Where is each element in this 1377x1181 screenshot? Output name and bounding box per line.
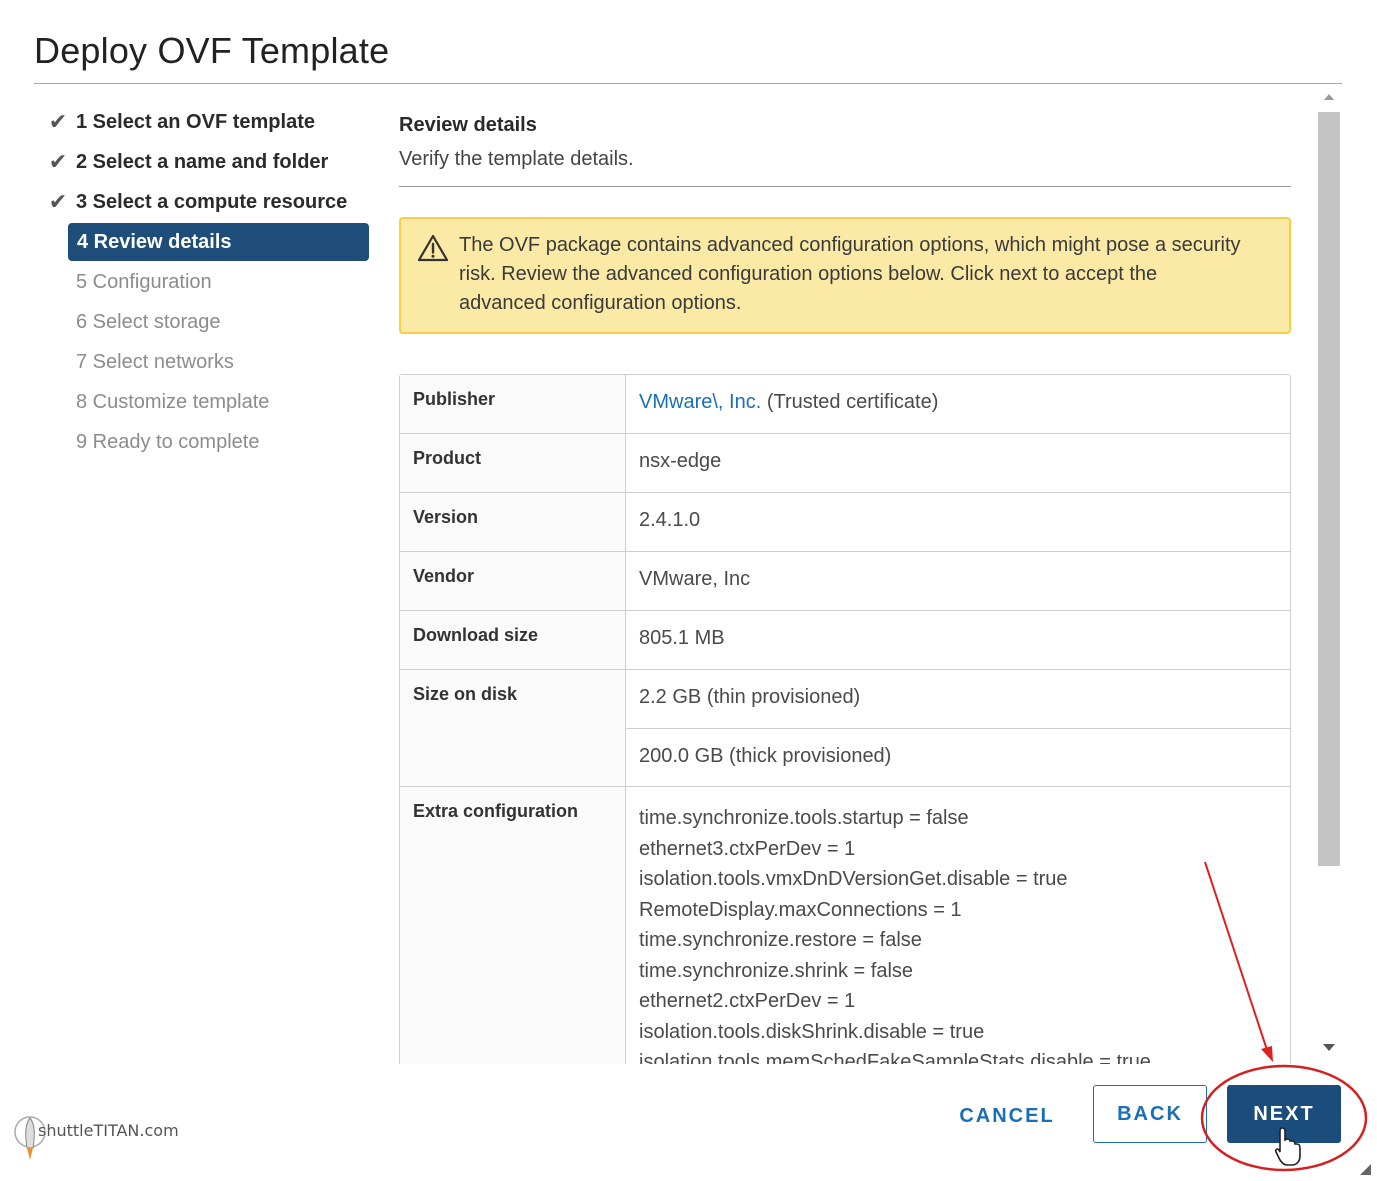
table-row: Vendor VMware, Inc bbox=[400, 552, 1290, 611]
watermark-logo: shuttleTITAN.com bbox=[14, 1114, 214, 1166]
table-row: Version 2.4.1.0 bbox=[400, 493, 1290, 552]
product-label: Product bbox=[400, 434, 626, 492]
section-divider bbox=[399, 186, 1291, 187]
size-thick-value: 200.0 GB (thick provisioned) bbox=[626, 728, 1290, 786]
product-value: nsx-edge bbox=[639, 450, 722, 472]
title-divider bbox=[34, 83, 1342, 84]
download-size-label: Download size bbox=[400, 611, 626, 669]
review-details-panel: Review details Verify the template detai… bbox=[399, 100, 1291, 1064]
extra-config-line: time.synchronize.shrink = false bbox=[639, 959, 914, 982]
scrollbar-thumb[interactable] bbox=[1318, 112, 1340, 866]
table-row: Publisher VMware\, Inc. (Trusted certifi… bbox=[400, 375, 1290, 434]
step-label: 9 Ready to complete bbox=[76, 430, 260, 453]
publisher-link[interactable]: VMware\, Inc. bbox=[639, 391, 761, 413]
next-button[interactable]: NEXT bbox=[1227, 1085, 1341, 1143]
checkmark-icon: ✔ bbox=[48, 189, 68, 214]
version-value: 2.4.1.0 bbox=[639, 509, 701, 531]
vendor-value: VMware, Inc bbox=[639, 568, 751, 590]
wizard-steps: ✔ 1 Select an OVF template ✔ 2 Select a … bbox=[40, 102, 375, 462]
section-subtitle: Verify the template details. bbox=[399, 148, 634, 170]
section-title: Review details bbox=[399, 114, 537, 136]
table-row: Extra configuration time.synchronize.too… bbox=[400, 787, 1290, 1064]
watermark-text: shuttleTITAN.com bbox=[38, 1121, 179, 1140]
back-button[interactable]: BACK bbox=[1093, 1085, 1207, 1143]
dialog-title: Deploy OVF Template bbox=[34, 30, 390, 71]
template-details-table: Publisher VMware\, Inc. (Trusted certifi… bbox=[399, 374, 1291, 1064]
step-select-storage: 6 Select storage bbox=[40, 302, 375, 342]
checkmark-icon: ✔ bbox=[48, 149, 68, 174]
scroll-down-icon[interactable] bbox=[1323, 1044, 1335, 1051]
step-select-compute-resource[interactable]: ✔ 3 Select a compute resource bbox=[40, 182, 375, 222]
extra-config-line: RemoteDisplay.maxConnections = 1 bbox=[639, 898, 962, 921]
step-label: 1 Select an OVF template bbox=[76, 110, 315, 133]
warning-icon bbox=[417, 234, 449, 262]
extra-config-line: isolation.tools.memSchedFakeSampleStats.… bbox=[639, 1051, 1151, 1064]
publisher-cert: (Trusted certificate) bbox=[766, 391, 939, 413]
extra-config-list: time.synchronize.tools.startup = false e… bbox=[626, 787, 1290, 1064]
resize-handle-icon[interactable] bbox=[1360, 1164, 1371, 1175]
extra-config-line: ethernet2.ctxPerDev = 1 bbox=[639, 990, 856, 1012]
extra-config-label: Extra configuration bbox=[400, 787, 626, 1064]
version-label: Version bbox=[400, 493, 626, 551]
extra-config-line: time.synchronize.restore = false bbox=[639, 929, 922, 951]
step-label: 3 Select a compute resource bbox=[76, 190, 348, 213]
step-label: 7 Select networks bbox=[76, 350, 234, 373]
security-warning-alert: The OVF package contains advanced config… bbox=[399, 217, 1291, 334]
table-row: Size on disk 2.2 GB (thin provisioned) 2… bbox=[400, 670, 1290, 787]
checkmark-icon: ✔ bbox=[48, 109, 68, 134]
content-scrollbar[interactable] bbox=[1316, 85, 1342, 1064]
step-select-ovf-template[interactable]: ✔ 1 Select an OVF template bbox=[40, 102, 375, 142]
vendor-label: Vendor bbox=[400, 552, 626, 610]
cancel-button[interactable]: CANCEL bbox=[948, 1088, 1066, 1144]
step-label: 5 Configuration bbox=[76, 270, 212, 293]
step-label: 8 Customize template bbox=[76, 390, 270, 413]
download-size-value: 805.1 MB bbox=[639, 627, 725, 649]
publisher-label: Publisher bbox=[400, 375, 626, 433]
extra-config-line: isolation.tools.vmxDnDVersionGet.disable… bbox=[639, 868, 1068, 890]
extra-config-line: ethernet3.ctxPerDev = 1 bbox=[639, 837, 856, 860]
step-ready-to-complete: 9 Ready to complete bbox=[40, 422, 375, 462]
step-label: 2 Select a name and folder bbox=[76, 150, 329, 173]
step-configuration: 5 Configuration bbox=[40, 262, 375, 302]
extra-config-line: time.synchronize.tools.startup = false bbox=[639, 807, 969, 829]
step-label: 6 Select storage bbox=[76, 310, 221, 333]
scroll-up-icon[interactable] bbox=[1324, 94, 1334, 100]
size-thin-value: 2.2 GB (thin provisioned) bbox=[639, 686, 861, 708]
step-select-name-folder[interactable]: ✔ 2 Select a name and folder bbox=[40, 142, 375, 182]
table-row: Download size 805.1 MB bbox=[400, 611, 1290, 670]
size-on-disk-label: Size on disk bbox=[400, 670, 626, 786]
table-row: Product nsx-edge bbox=[400, 434, 1290, 493]
step-select-networks: 7 Select networks bbox=[40, 342, 375, 382]
step-review-details[interactable]: 4 Review details bbox=[68, 223, 369, 261]
step-customize-template: 8 Customize template bbox=[40, 382, 375, 422]
step-label: 4 Review details bbox=[77, 230, 232, 253]
extra-config-line: isolation.tools.diskShrink.disable = tru… bbox=[639, 1020, 985, 1043]
alert-message: The OVF package contains advanced config… bbox=[459, 234, 1241, 314]
